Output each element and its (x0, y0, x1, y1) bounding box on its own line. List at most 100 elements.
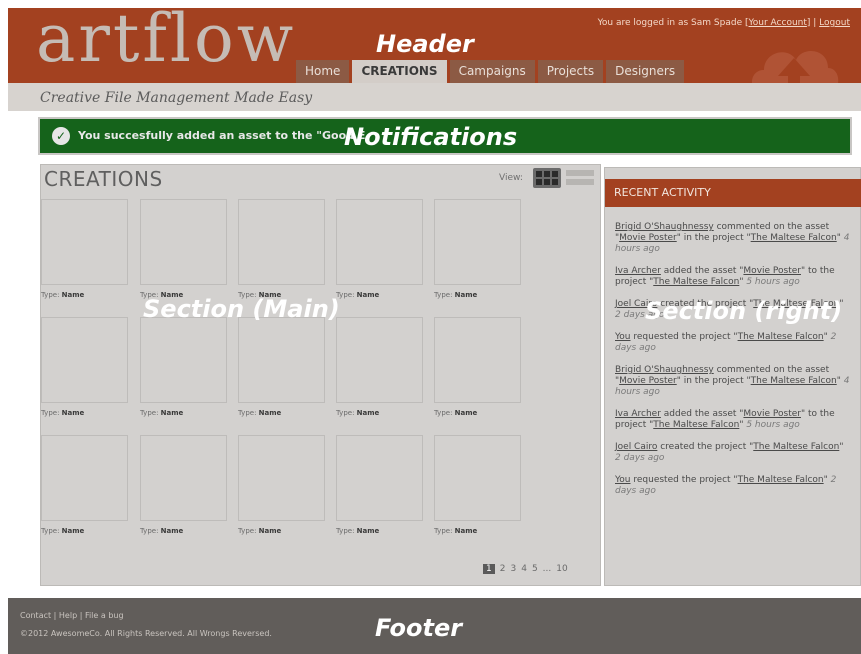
activity-asset-link[interactable]: Movie Poster (619, 233, 677, 243)
activity-item: Iva Archer added the asset "Movie Poster… (615, 266, 835, 287)
footer-link-help[interactable]: Help (59, 611, 77, 620)
header-annotation: Header (376, 30, 474, 58)
page-ellipsis: ... (542, 564, 552, 574)
right-section: RECENT ACTIVITY Brigid O'Shaughnessy com… (604, 167, 861, 586)
your-account-link[interactable]: Your Account (748, 18, 806, 28)
notification-banner: ✓ You succesfully added an asset to the … (38, 117, 852, 155)
activity-item: You requested the project "The Maltese F… (615, 475, 837, 496)
activity-project-link[interactable]: The Maltese Falcon (738, 332, 824, 342)
asset-thumbnail[interactable] (238, 317, 325, 403)
logout-link[interactable]: Logout (819, 18, 850, 28)
activity-time: 5 hours ago (746, 277, 800, 287)
copyright: ©2012 AwesomeCo. All Rights Reserved. Al… (20, 629, 272, 638)
page-5[interactable]: 5 (532, 564, 538, 574)
activity-project-link[interactable]: The Maltese Falcon (751, 233, 837, 243)
activity-item: You requested the project "The Maltese F… (615, 332, 837, 353)
tab-designers[interactable]: Designers (606, 60, 685, 83)
cloud-upload-icon (752, 51, 839, 83)
activity-time: 2 days ago (615, 453, 665, 463)
pagination: 1 2 3 4 5 ... 10 (483, 564, 568, 574)
view-label: View: (499, 173, 523, 183)
activity-user-link[interactable]: Joel Cairo (615, 442, 657, 452)
asset-caption: Type: Name (336, 409, 380, 417)
asset-thumbnail[interactable] (336, 199, 423, 285)
page-3[interactable]: 3 (510, 564, 516, 574)
notification-body: ✓ You succesfully added an asset to the … (40, 119, 850, 153)
main-section-annotation: Section (Main) (143, 295, 340, 323)
activity-user-link[interactable]: Iva Archer (615, 266, 661, 276)
activity-project-link[interactable]: The Maltese Falcon (653, 420, 739, 430)
activity-user-link[interactable]: You (615, 332, 631, 342)
asset-thumbnail[interactable] (140, 199, 227, 285)
header: artflow You are logged in as Sam Spade [… (8, 8, 861, 83)
activity-project-link[interactable]: The Maltese Falcon (653, 277, 739, 287)
login-status: You are logged in as Sam Spade [Your Acc… (598, 18, 850, 28)
grid-view-icon[interactable] (533, 168, 561, 188)
tab-creations[interactable]: CREATIONS (352, 60, 447, 83)
recent-activity-list: Brigid O'Shaughnessy commented on the as… (615, 222, 851, 508)
activity-item: Brigid O'Shaughnessy commented on the as… (615, 222, 850, 254)
login-prefix: You are logged in as Sam Spade [ (597, 18, 749, 28)
activity-item: Brigid O'Shaughnessy commented on the as… (615, 365, 850, 397)
tagline: Creative File Management Made Easy (40, 90, 313, 106)
footer-link-bug[interactable]: File a bug (85, 611, 124, 620)
asset-thumbnail[interactable] (140, 317, 227, 403)
activity-user-link[interactable]: Brigid O'Shaughnessy (615, 365, 714, 375)
notification-text: You succesfully added an asset to the "G… (78, 129, 366, 142)
main-section: CREATIONS View: Type: Name Type: Name Type… (40, 164, 601, 586)
page-10[interactable]: 10 (556, 564, 567, 574)
asset-thumbnail[interactable] (41, 199, 128, 285)
login-sep: ] | (806, 18, 820, 28)
notifications-annotation: Notifications (344, 123, 518, 151)
right-section-annotation: Section (right) (645, 297, 843, 325)
footer-link-contact[interactable]: Contact (20, 611, 51, 620)
asset-thumbnail[interactable] (434, 317, 521, 403)
asset-thumbnail[interactable] (41, 317, 128, 403)
footer-annotation: Footer (375, 614, 463, 642)
asset-caption: Type: Name (434, 409, 478, 417)
asset-thumbnail[interactable] (336, 317, 423, 403)
asset-caption: Type: Name (140, 527, 184, 535)
asset-caption: Type: Name (336, 527, 380, 535)
activity-user-link[interactable]: Iva Archer (615, 409, 661, 419)
asset-caption: Type: Name (41, 527, 85, 535)
tagline-bar: Creative File Management Made Easy (8, 83, 861, 111)
page-title: CREATIONS (44, 167, 163, 191)
page-2[interactable]: 2 (500, 564, 506, 574)
checkmark-icon: ✓ (52, 127, 70, 145)
activity-project-link[interactable]: The Maltese Falcon (753, 442, 839, 452)
asset-caption: Type: Name (238, 409, 282, 417)
activity-item: Joel Cairo created the project "The Malt… (615, 442, 844, 463)
footer: Contact | Help | File a bug ©2012 Awesom… (8, 598, 861, 654)
activity-project-link[interactable]: The Maltese Falcon (738, 475, 824, 485)
tab-home[interactable]: Home (296, 60, 350, 83)
asset-thumbnail[interactable] (434, 199, 521, 285)
activity-time: 5 hours ago (746, 420, 800, 430)
activity-asset-link[interactable]: Movie Poster (619, 376, 677, 386)
page-1[interactable]: 1 (483, 564, 495, 574)
asset-thumbnail[interactable] (238, 435, 325, 521)
recent-activity-title: RECENT ACTIVITY (605, 179, 861, 207)
asset-caption: Type: Name (336, 291, 380, 299)
asset-thumbnail[interactable] (336, 435, 423, 521)
footer-links: Contact | Help | File a bug (20, 611, 124, 620)
activity-project-link[interactable]: The Maltese Falcon (751, 376, 837, 386)
asset-thumbnail[interactable] (140, 435, 227, 521)
asset-caption: Type: Name (434, 527, 478, 535)
list-view-icon[interactable] (566, 168, 594, 188)
activity-user-link[interactable]: Brigid O'Shaughnessy (615, 222, 714, 232)
asset-thumbnail[interactable] (41, 435, 128, 521)
asset-thumbnail[interactable] (434, 435, 521, 521)
asset-caption: Type: Name (41, 409, 85, 417)
asset-thumbnail[interactable] (238, 199, 325, 285)
logo[interactable]: artflow (36, 8, 296, 72)
activity-asset-link[interactable]: Movie Poster (743, 266, 801, 276)
asset-caption: Type: Name (41, 291, 85, 299)
activity-user-link[interactable]: You (615, 475, 631, 485)
tab-projects[interactable]: Projects (537, 60, 604, 83)
main-nav: Home CREATIONS Campaigns Projects Design… (296, 60, 685, 83)
tab-campaigns[interactable]: Campaigns (449, 60, 535, 83)
activity-asset-link[interactable]: Movie Poster (743, 409, 801, 419)
activity-item: Iva Archer added the asset "Movie Poster… (615, 409, 835, 430)
page-4[interactable]: 4 (521, 564, 527, 574)
